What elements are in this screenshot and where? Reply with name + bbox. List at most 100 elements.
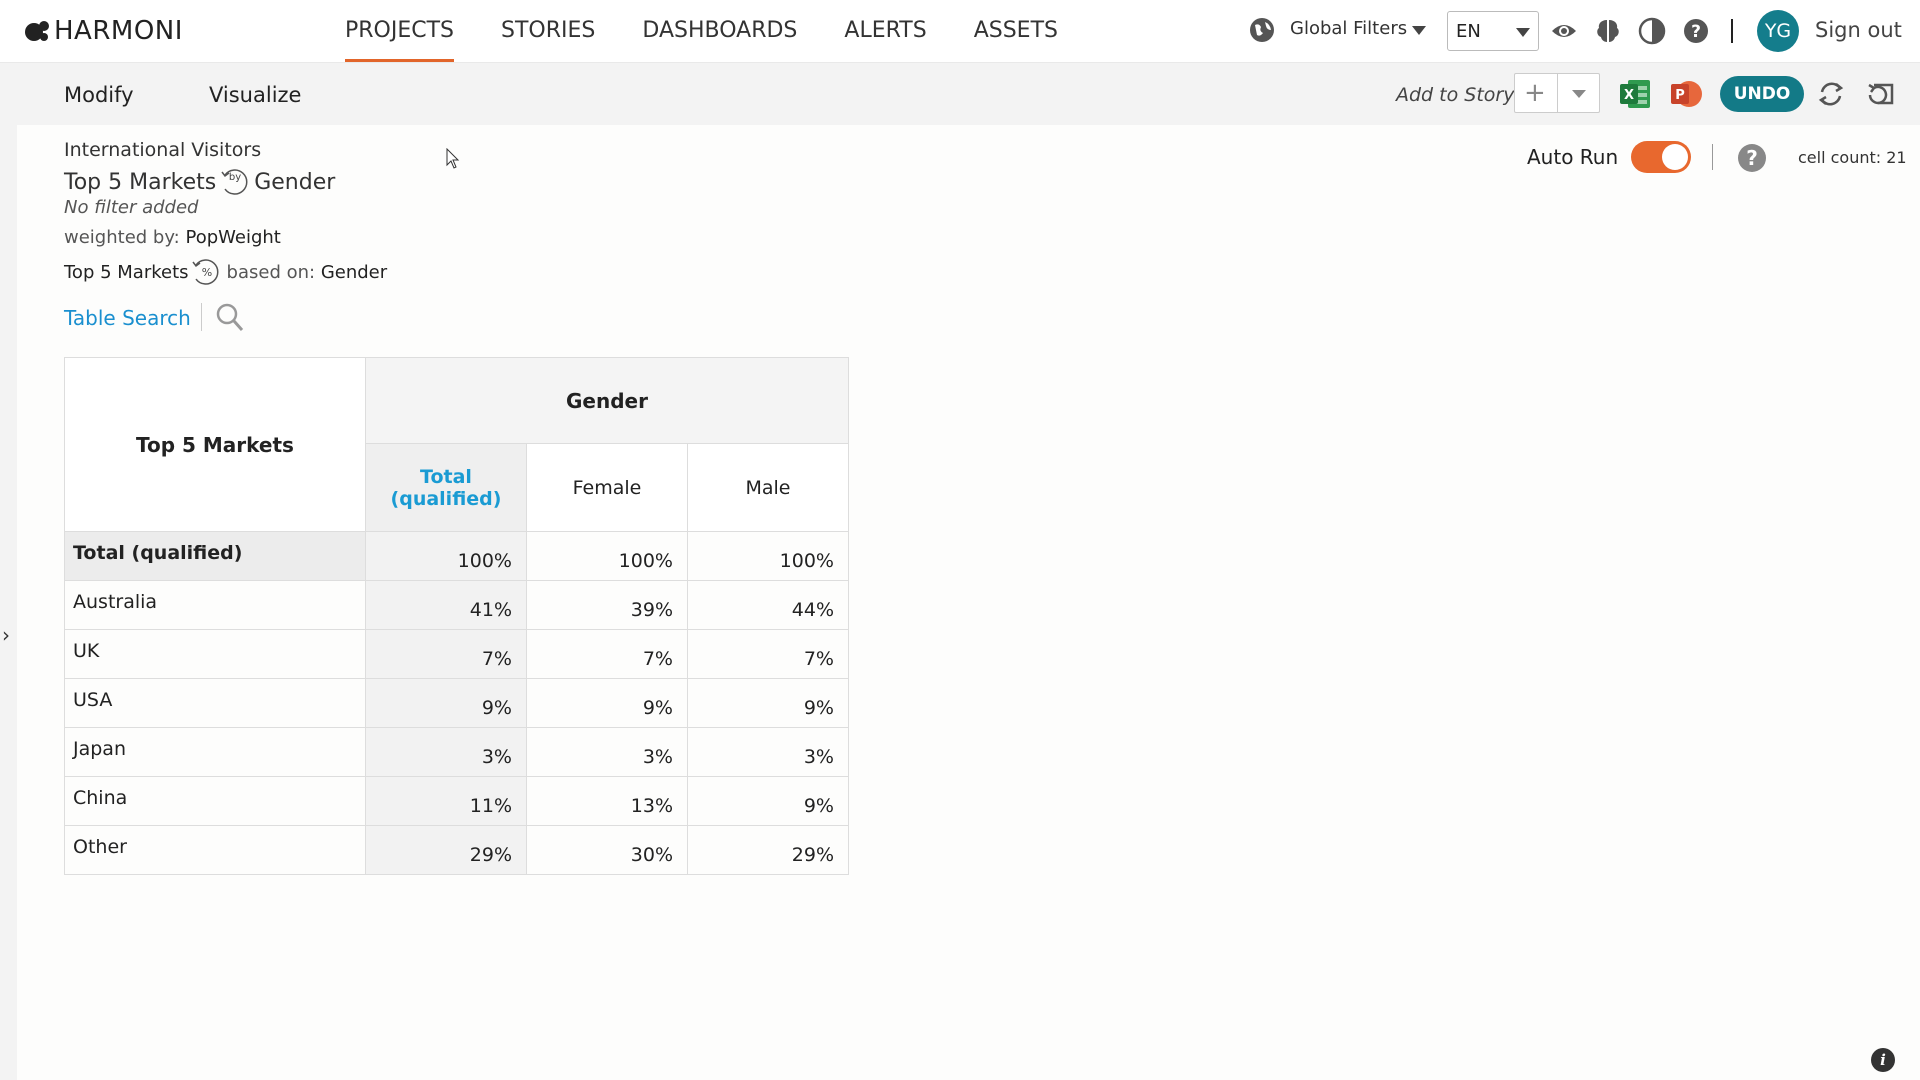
table-row: Total (qualified) 100% 100% 100% <box>64 531 849 581</box>
chevron-down-icon <box>1516 28 1530 37</box>
top-navigation: HARMONI PROJECTS STORIES DASHBOARDS ALER… <box>0 0 1920 63</box>
search-divider <box>201 303 202 331</box>
main-nav: PROJECTS STORIES DASHBOARDS ALERTS ASSET… <box>345 0 1105 62</box>
column-variable: Gender <box>254 169 336 195</box>
base-row-variable: Top 5 Markets <box>64 261 189 283</box>
table-cell: 44% <box>687 580 849 630</box>
table-cell: 100% <box>526 531 688 581</box>
row-label[interactable]: Japan <box>64 727 366 777</box>
nav-alerts[interactable]: ALERTS <box>844 0 926 62</box>
by-icon: by <box>221 169 248 195</box>
contrast-icon[interactable] <box>1638 17 1666 45</box>
table-row: Australia 41% 39% 44% <box>64 580 849 630</box>
table-cell: 7% <box>687 629 849 679</box>
table-cell: 9% <box>687 678 849 728</box>
harmoni-logo[interactable]: HARMONI <box>24 16 183 46</box>
table-cell: 29% <box>687 825 849 875</box>
weight-value: PopWeight <box>185 227 281 248</box>
brain-icon[interactable] <box>1594 17 1622 45</box>
table-cell: 13% <box>526 776 688 826</box>
language-value: EN <box>1456 21 1481 42</box>
filter-status: No filter added <box>64 197 199 218</box>
row-label[interactable]: USA <box>64 678 366 728</box>
eye-icon[interactable] <box>1550 17 1578 45</box>
toggle-knob <box>1662 144 1688 170</box>
table-cell: 7% <box>365 629 527 679</box>
row-label[interactable]: Total (qualified) <box>64 531 366 581</box>
crosstab-table: Top 5 Markets Gender Total (qualified) F… <box>64 357 849 875</box>
table-cell: 30% <box>526 825 688 875</box>
help-icon[interactable]: ? <box>1682 17 1710 45</box>
row-label[interactable]: UK <box>64 629 366 679</box>
add-to-story-label: Add to Story <box>1396 84 1515 106</box>
table-cell: 41% <box>365 580 527 630</box>
globe-icon[interactable] <box>1249 17 1275 43</box>
row-variable: Top 5 Markets <box>64 169 217 195</box>
table-cell: 29% <box>365 825 527 875</box>
table-cell: 9% <box>687 776 849 826</box>
excel-icon[interactable]: X <box>1618 77 1652 111</box>
mouse-cursor-icon <box>446 148 460 169</box>
row-label[interactable]: Australia <box>64 580 366 630</box>
percent-icon-label: % <box>201 266 211 279</box>
row-variable-header: Top 5 Markets <box>64 357 366 532</box>
svg-text:?: ? <box>1691 22 1701 42</box>
chevron-down-icon[interactable] <box>1412 26 1426 35</box>
column-header-male[interactable]: Male <box>687 443 849 532</box>
avatar[interactable]: YG <box>1757 10 1799 52</box>
controls-divider <box>1712 144 1713 170</box>
project-name: International Visitors <box>64 139 262 161</box>
refresh-icon[interactable] <box>1814 77 1848 111</box>
table-title: Top 5 Markets by Gender <box>64 167 335 197</box>
row-label[interactable]: Other <box>64 825 366 875</box>
table-search-link[interactable]: Table Search <box>64 306 191 330</box>
table-cell: 9% <box>526 678 688 728</box>
svg-text:P: P <box>1675 88 1685 103</box>
percent-icon: % <box>191 259 218 285</box>
global-filters-button[interactable]: Global Filters <box>1290 18 1407 39</box>
app-name: HARMONI <box>54 16 183 46</box>
language-select[interactable]: EN <box>1447 11 1539 51</box>
nav-divider <box>1731 19 1733 43</box>
table-cell: 100% <box>365 531 527 581</box>
nav-projects[interactable]: PROJECTS <box>345 0 455 62</box>
chevron-right-icon[interactable]: › <box>2 623 10 647</box>
weight-info: weighted by: PopWeight <box>64 227 281 248</box>
help-icon[interactable]: ? <box>1736 142 1768 174</box>
table-row: Japan 3% 3% 3% <box>64 727 849 777</box>
table-cell: 100% <box>687 531 849 581</box>
restore-icon[interactable] <box>1864 77 1898 111</box>
info-icon[interactable]: i <box>1871 1048 1895 1072</box>
table-row: USA 9% 9% 9% <box>64 678 849 728</box>
auto-run-label: Auto Run <box>1527 145 1619 169</box>
nav-stories[interactable]: STORIES <box>501 0 595 62</box>
powerpoint-icon[interactable]: P <box>1669 77 1703 111</box>
undo-button[interactable]: UNDO <box>1720 76 1804 112</box>
tab-visualize[interactable]: Visualize <box>209 83 301 107</box>
table-cell: 9% <box>365 678 527 728</box>
auto-run-toggle[interactable] <box>1631 141 1691 173</box>
sign-out-link[interactable]: Sign out <box>1815 18 1902 42</box>
tab-modify[interactable]: Modify <box>64 83 134 107</box>
plus-icon[interactable]: + <box>1524 78 1546 108</box>
search-icon[interactable] <box>215 302 245 334</box>
table-cell: 3% <box>526 727 688 777</box>
table-cell: 7% <box>526 629 688 679</box>
table-cell: 3% <box>687 727 849 777</box>
table-row: Other 29% 30% 29% <box>64 825 849 875</box>
column-header-female[interactable]: Female <box>526 443 688 532</box>
based-on-label: based on: <box>226 261 316 283</box>
weighted-by-label: weighted by: <box>64 227 180 248</box>
nav-assets[interactable]: ASSETS <box>974 0 1058 62</box>
column-header-total[interactable]: Total (qualified) <box>365 443 527 532</box>
nav-dashboards[interactable]: DASHBOARDS <box>642 0 797 62</box>
cell-count: cell count: 21 <box>1798 148 1907 167</box>
logo-mark-icon <box>25 21 49 41</box>
based-on-value: Gender <box>320 261 388 283</box>
by-icon-label: by <box>229 172 241 183</box>
table-cell: 39% <box>526 580 688 630</box>
table-cell: 11% <box>365 776 527 826</box>
row-label[interactable]: China <box>64 776 366 826</box>
left-rail: › <box>0 63 17 1080</box>
chevron-down-icon[interactable] <box>1572 90 1586 98</box>
